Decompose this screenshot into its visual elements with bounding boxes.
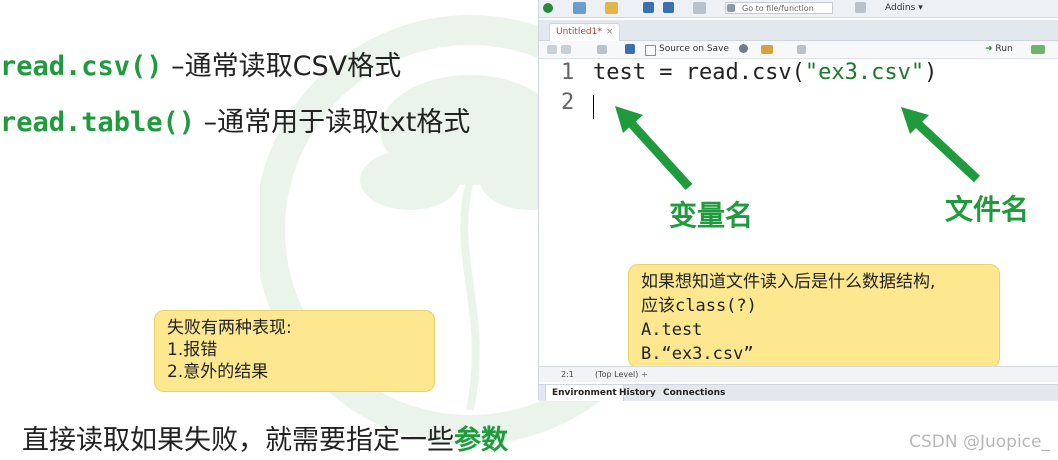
read-csv-line: read.csv() –通常读取CSV格式 (0, 44, 401, 83)
class-note-line: A.test (641, 320, 703, 340)
file-name-label: 文件名 (945, 193, 1030, 226)
search-icon[interactable] (739, 44, 748, 53)
read-csv-code: read.csv() (0, 51, 163, 82)
source-on-save-checkbox[interactable] (645, 45, 656, 56)
rstudio-window: Go to file/function Addins ▾ Untitled1* ×… (538, 0, 1058, 401)
tab-environment[interactable]: Environment (545, 385, 624, 401)
bottom-text: 直接读取如果失败，就需要指定一些参数 (22, 418, 508, 457)
compile-report-icon[interactable] (797, 45, 806, 54)
source-on-save-label: Source on Save (659, 44, 729, 54)
rerun-icon[interactable] (1031, 45, 1045, 54)
variable-name-label: 变量名 (669, 199, 754, 232)
editor-status-bar: 2:1 (Top Level) ÷ (539, 366, 1058, 382)
back-arrow-icon[interactable] (547, 45, 557, 54)
class-note-line: B.“ex3.csv” (641, 344, 754, 364)
run-arrow-icon: ➜ (985, 44, 993, 54)
failure-note-line: 失败有两种表现: (167, 318, 292, 338)
read-csv-desc: –通常读取CSV格式 (162, 51, 402, 82)
save-icon[interactable] (643, 2, 654, 13)
main-toolbar: Go to file/function Addins ▾ (539, 0, 1058, 18)
grid-layout-icon[interactable] (855, 2, 866, 13)
save-all-icon[interactable] (663, 2, 674, 13)
credit-watermark: CSDN @Juopice_ (909, 432, 1050, 452)
class-note-line: 应该class(?) (641, 296, 757, 316)
magic-wand-icon[interactable] (761, 45, 773, 54)
addins-label: Addins (885, 3, 916, 13)
failure-note: 失败有两种表现: 1.报错 2.意外的结果 (154, 310, 435, 392)
goto-arrow-icon (727, 4, 735, 12)
failure-note-line: 2.意外的结果 (167, 362, 269, 382)
class-question-note: 如果想知道文件读入后是什么数据结构, 应该class(?) A.test B.“… (628, 264, 1000, 368)
editor-toolbar: Source on Save ➜ Run (539, 41, 1058, 59)
run-button[interactable]: ➜ Run (985, 43, 1013, 56)
bottom-text-main: 直接读取如果失败，就需要指定一些 (22, 425, 454, 456)
arrow-to-filename (901, 107, 981, 183)
arrow-to-variable (615, 106, 693, 191)
bottom-text-highlight: 参数 (454, 425, 508, 456)
run-label: Run (995, 44, 1013, 54)
class-note-line: 如果想知道文件读入后是什么数据结构, (641, 272, 936, 292)
tab-connections[interactable]: Connections (657, 385, 731, 401)
tab-history[interactable]: History (613, 385, 662, 401)
failure-note-line: 1.报错 (167, 340, 218, 360)
addins-menu[interactable]: Addins ▾ (885, 2, 923, 14)
editor-tabbar: Untitled1* × (539, 20, 1058, 41)
read-table-desc: –通常用于读取txt格式 (195, 107, 471, 138)
tab-title: Untitled1* (556, 27, 602, 37)
read-table-line: read.table() –通常用于读取txt格式 (0, 100, 470, 139)
goto-file-input[interactable]: Go to file/function (725, 2, 833, 14)
code-editor[interactable]: 1 2 test = read.csv("ex3.csv") 变量名 文件名 如… (539, 59, 1058, 368)
close-icon[interactable]: × (606, 27, 614, 37)
read-table-code: read.table() (0, 107, 196, 138)
scope-selector[interactable]: (Top Level) ÷ (595, 367, 648, 382)
new-file-icon[interactable] (543, 3, 553, 13)
open-file-icon[interactable] (605, 2, 618, 14)
tab-untitled1[interactable]: Untitled1* × (549, 23, 621, 41)
editor-save-icon[interactable] (625, 44, 635, 54)
show-in-window-icon[interactable] (597, 45, 607, 54)
forward-arrow-icon[interactable] (561, 45, 571, 54)
new-project-icon[interactable] (573, 2, 586, 14)
cursor-position: 2:1 (561, 370, 574, 379)
print-icon[interactable] (693, 2, 706, 14)
environment-pane-tabs: Environment History Connections (539, 384, 1058, 401)
